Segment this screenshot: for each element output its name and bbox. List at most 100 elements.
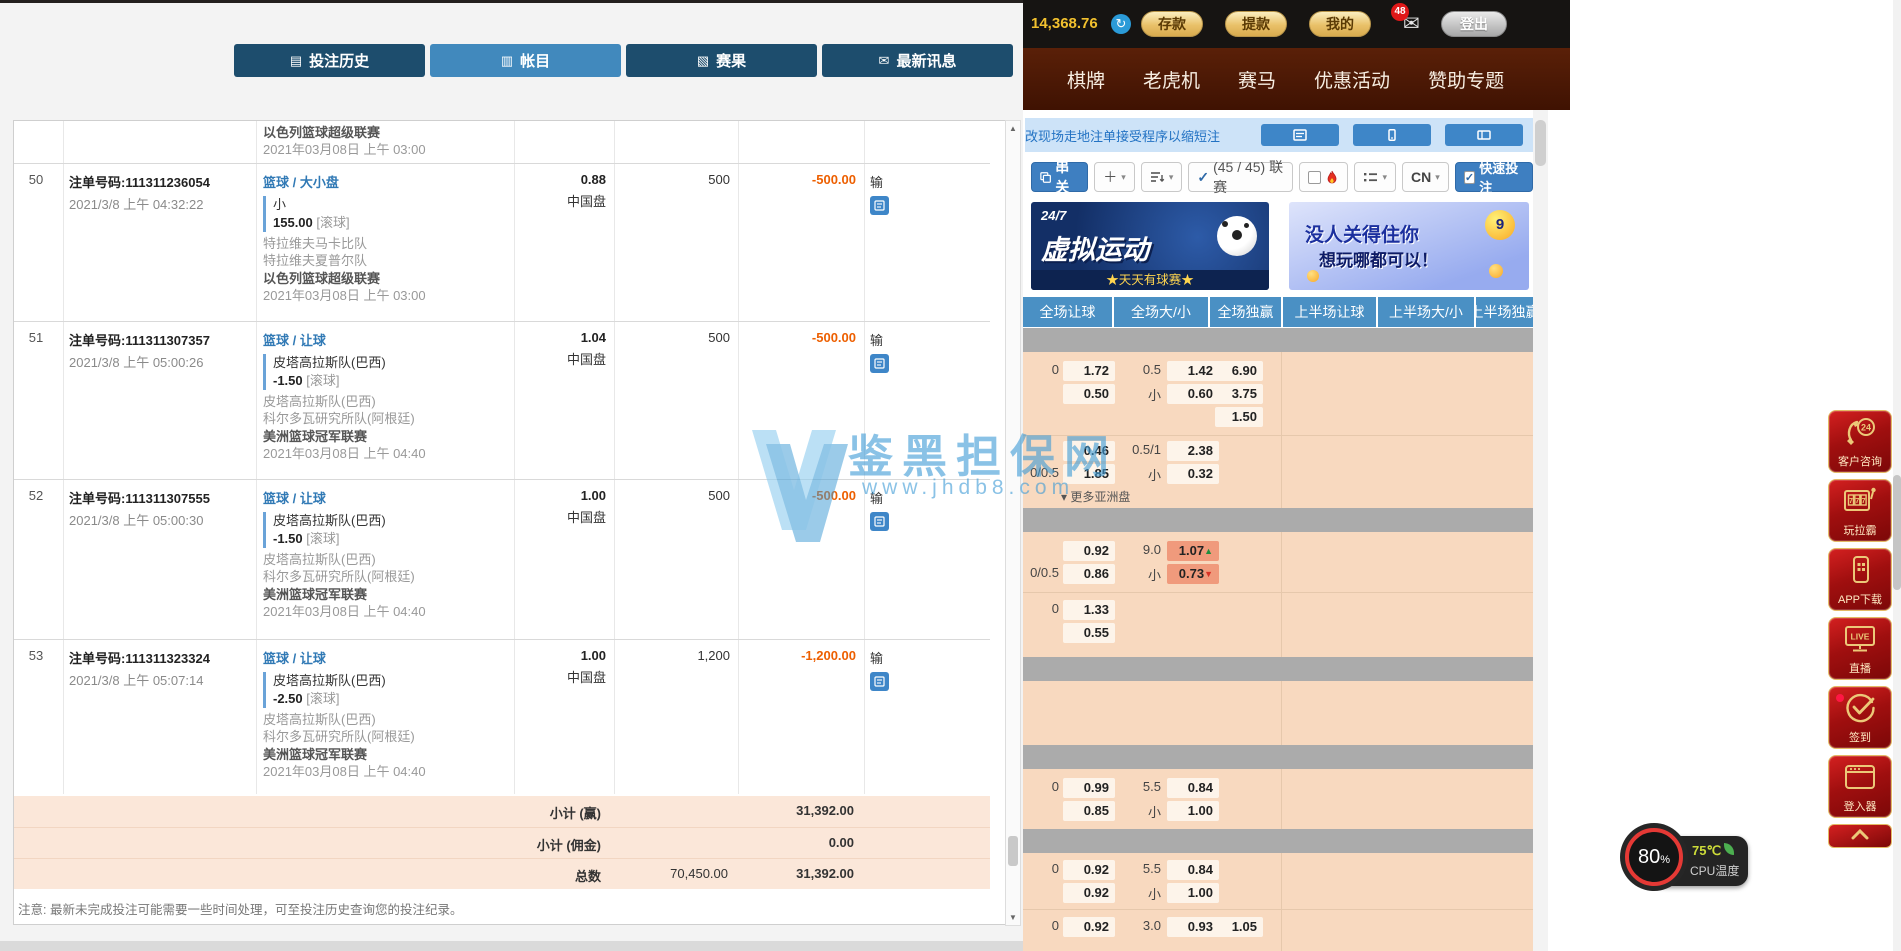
more-asian-handicap-link[interactable]: ▾ 更多亚洲盘 — [1023, 488, 1533, 508]
virtual-sports-banner[interactable]: 24/7 虚拟运动 ★天天有球赛★ — [1031, 202, 1269, 290]
odds-box[interactable]: 0.60 — [1167, 384, 1219, 404]
mail-icon[interactable]: ✉ 48 — [1403, 11, 1420, 36]
tab-results[interactable]: ▧ 赛果 — [626, 44, 817, 77]
browser-scrollbar-thumb[interactable] — [1893, 475, 1901, 590]
odds-box[interactable]: 1.33 — [1063, 600, 1115, 620]
launcher-button[interactable]: 登入器 — [1828, 755, 1892, 818]
quick-bet-toggle[interactable]: ✓ 快速投注 — [1455, 162, 1533, 192]
deposit-button[interactable]: 存款 — [1141, 11, 1203, 37]
mobile-play-banner[interactable]: 没人关得住你 想玩哪都可以！ 9 — [1289, 202, 1529, 290]
odds-box[interactable]: 0.32 — [1167, 464, 1219, 484]
phone-24-icon: 24 — [1843, 416, 1877, 448]
selection-block: 皮塔高拉斯队(巴西) -1.50 [滚球] — [263, 512, 509, 548]
odds-box[interactable]: 0.86 — [1063, 564, 1115, 584]
browser-scrollbar[interactable] — [1893, 0, 1901, 951]
pick: 皮塔高拉斯队(巴西) — [273, 512, 509, 530]
bet-detail-cell: 篮球 / 大小盘 小 155.00 [滚球] 特拉维夫马卡比队 特拉维夫夏普尔队… — [263, 164, 509, 304]
scroll-up-icon[interactable]: ▲ — [1008, 124, 1018, 133]
bet-note-icon[interactable] — [870, 672, 889, 691]
tab-bet-history[interactable]: ▤ 投注历史 — [234, 44, 425, 77]
league-filter-button[interactable]: ✓ (45 / 45) 联赛 — [1188, 162, 1293, 192]
odds-box[interactable]: 0.93 — [1167, 917, 1219, 937]
app-download-button[interactable]: APP下载 — [1828, 548, 1892, 611]
bet-note-icon[interactable] — [870, 512, 889, 531]
notice-action-button-3[interactable] — [1445, 124, 1523, 146]
odds-box[interactable]: 0.50 — [1063, 384, 1115, 404]
notification-dot — [1836, 694, 1844, 702]
tab-half-moneyline[interactable]: 上半场独赢 — [1476, 297, 1533, 327]
notice-action-button-2[interactable] — [1353, 124, 1431, 146]
market-link[interactable]: 篮球 / 让球 — [263, 330, 509, 349]
odds-box[interactable]: 0.99 — [1063, 778, 1115, 798]
market-link[interactable]: 篮球 / 大小盘 — [263, 172, 509, 191]
slot-machine-icon: 7 7 7 — [1842, 485, 1878, 517]
odds-block: 0 1.33 0.55 — [1023, 592, 1533, 657]
line-value: 155.00 — [273, 215, 313, 230]
odds-box[interactable]: 1.72 — [1063, 361, 1115, 381]
tab-full-over-under[interactable]: 全场大/小 — [1114, 297, 1208, 327]
tab-statement[interactable]: ▥ 帐目 — [430, 44, 621, 77]
hot-filter-toggle[interactable] — [1299, 162, 1348, 192]
my-account-button[interactable]: 我的 — [1309, 11, 1371, 37]
odds-box[interactable]: 0.92 — [1063, 883, 1115, 903]
check-in-button[interactable]: 签到 — [1828, 686, 1892, 749]
add-market-dropdown[interactable]: ＋▾ — [1094, 162, 1135, 192]
odds-box-changed[interactable]: 0.73▼ — [1167, 564, 1219, 584]
odds-box[interactable]: 1.00 — [1167, 883, 1219, 903]
tab-half-over-under[interactable]: 上半场大/小 — [1378, 297, 1474, 327]
slots-button[interactable]: 7 7 7 玩拉霸 — [1828, 479, 1892, 542]
odds-box[interactable]: 0.46 — [1063, 441, 1115, 461]
tab-full-moneyline[interactable]: 全场独赢 — [1210, 297, 1281, 327]
view-mode-dropdown[interactable]: ▾ — [1354, 162, 1396, 192]
tab-news[interactable]: ✉ 最新讯息 — [822, 44, 1013, 77]
customer-service-button[interactable]: 24 客户咨询 — [1828, 410, 1892, 473]
odds-box[interactable]: 1.05 — [1215, 917, 1263, 937]
odds-box[interactable]: 0.92 — [1063, 541, 1115, 561]
nav-sponsor[interactable]: 赞助专题 — [1428, 66, 1504, 93]
nav-chess[interactable]: 棋牌 — [1067, 66, 1105, 93]
scroll-down-icon[interactable]: ▼ — [1008, 913, 1018, 922]
odds-box-changed[interactable]: 1.07▲ — [1167, 541, 1219, 561]
odds-box[interactable]: 0.92 — [1063, 860, 1115, 880]
result-amount: -500.00 — [738, 480, 856, 503]
odds-box[interactable]: 0.84 — [1167, 860, 1219, 880]
tab-half-handicap[interactable]: 上半场让球 — [1283, 297, 1376, 327]
live-stream-button[interactable]: LIVE 直播 — [1828, 617, 1892, 680]
table-scrollbar-thumb[interactable] — [1008, 836, 1018, 866]
collapse-sidebar-button[interactable] — [1828, 824, 1892, 848]
parlay-button[interactable]: 串关 — [1031, 162, 1088, 192]
odds-box[interactable]: 1.00 — [1167, 801, 1219, 821]
table-scrollbar[interactable]: ▲ ▼ — [1005, 120, 1021, 926]
bet-note-icon[interactable] — [870, 354, 889, 373]
odds-value: 0.88 — [514, 172, 606, 187]
nav-horse-racing[interactable]: 赛马 — [1238, 66, 1276, 93]
odds-box[interactable]: 0.92 — [1063, 917, 1115, 937]
total-label: 总数 — [575, 866, 601, 885]
odds-box[interactable]: 3.75 — [1215, 384, 1263, 404]
odds-box[interactable]: 1.85 — [1063, 464, 1115, 484]
odds-box[interactable]: 0.85 — [1063, 801, 1115, 821]
odds-box[interactable]: 2.38 — [1167, 441, 1219, 461]
odds-box[interactable]: 1.42 — [1167, 361, 1219, 381]
refresh-balance-icon[interactable]: ↻ — [1111, 14, 1131, 34]
market-link[interactable]: 篮球 / 让球 — [263, 648, 509, 667]
odds-box[interactable]: 6.90 — [1215, 361, 1263, 381]
hot-checkbox[interactable] — [1308, 171, 1321, 184]
notice-action-button-1[interactable] — [1261, 124, 1339, 146]
withdraw-button[interactable]: 提款 — [1225, 11, 1287, 37]
odds-scrollbar-thumb[interactable] — [1535, 120, 1546, 166]
odds-value: 1.00 — [514, 488, 606, 503]
market-link[interactable]: 篮球 / 让球 — [263, 488, 509, 507]
logout-button[interactable]: 登出 — [1441, 11, 1507, 37]
odds-scrollbar[interactable] — [1533, 110, 1548, 951]
quick-bet-checkbox[interactable]: ✓ — [1464, 171, 1475, 184]
odds-box[interactable]: 0.84 — [1167, 778, 1219, 798]
nav-slots[interactable]: 老虎机 — [1143, 66, 1200, 93]
language-dropdown[interactable]: CN ▾ — [1402, 162, 1449, 192]
sort-dropdown[interactable]: ▾ — [1141, 162, 1183, 192]
tab-full-handicap[interactable]: 全场让球 — [1023, 297, 1112, 327]
odds-box[interactable]: 1.50 — [1215, 407, 1263, 427]
odds-box[interactable]: 0.55 — [1063, 623, 1115, 643]
nav-promotions[interactable]: 优惠活动 — [1314, 66, 1390, 93]
bet-note-icon[interactable] — [870, 196, 889, 215]
